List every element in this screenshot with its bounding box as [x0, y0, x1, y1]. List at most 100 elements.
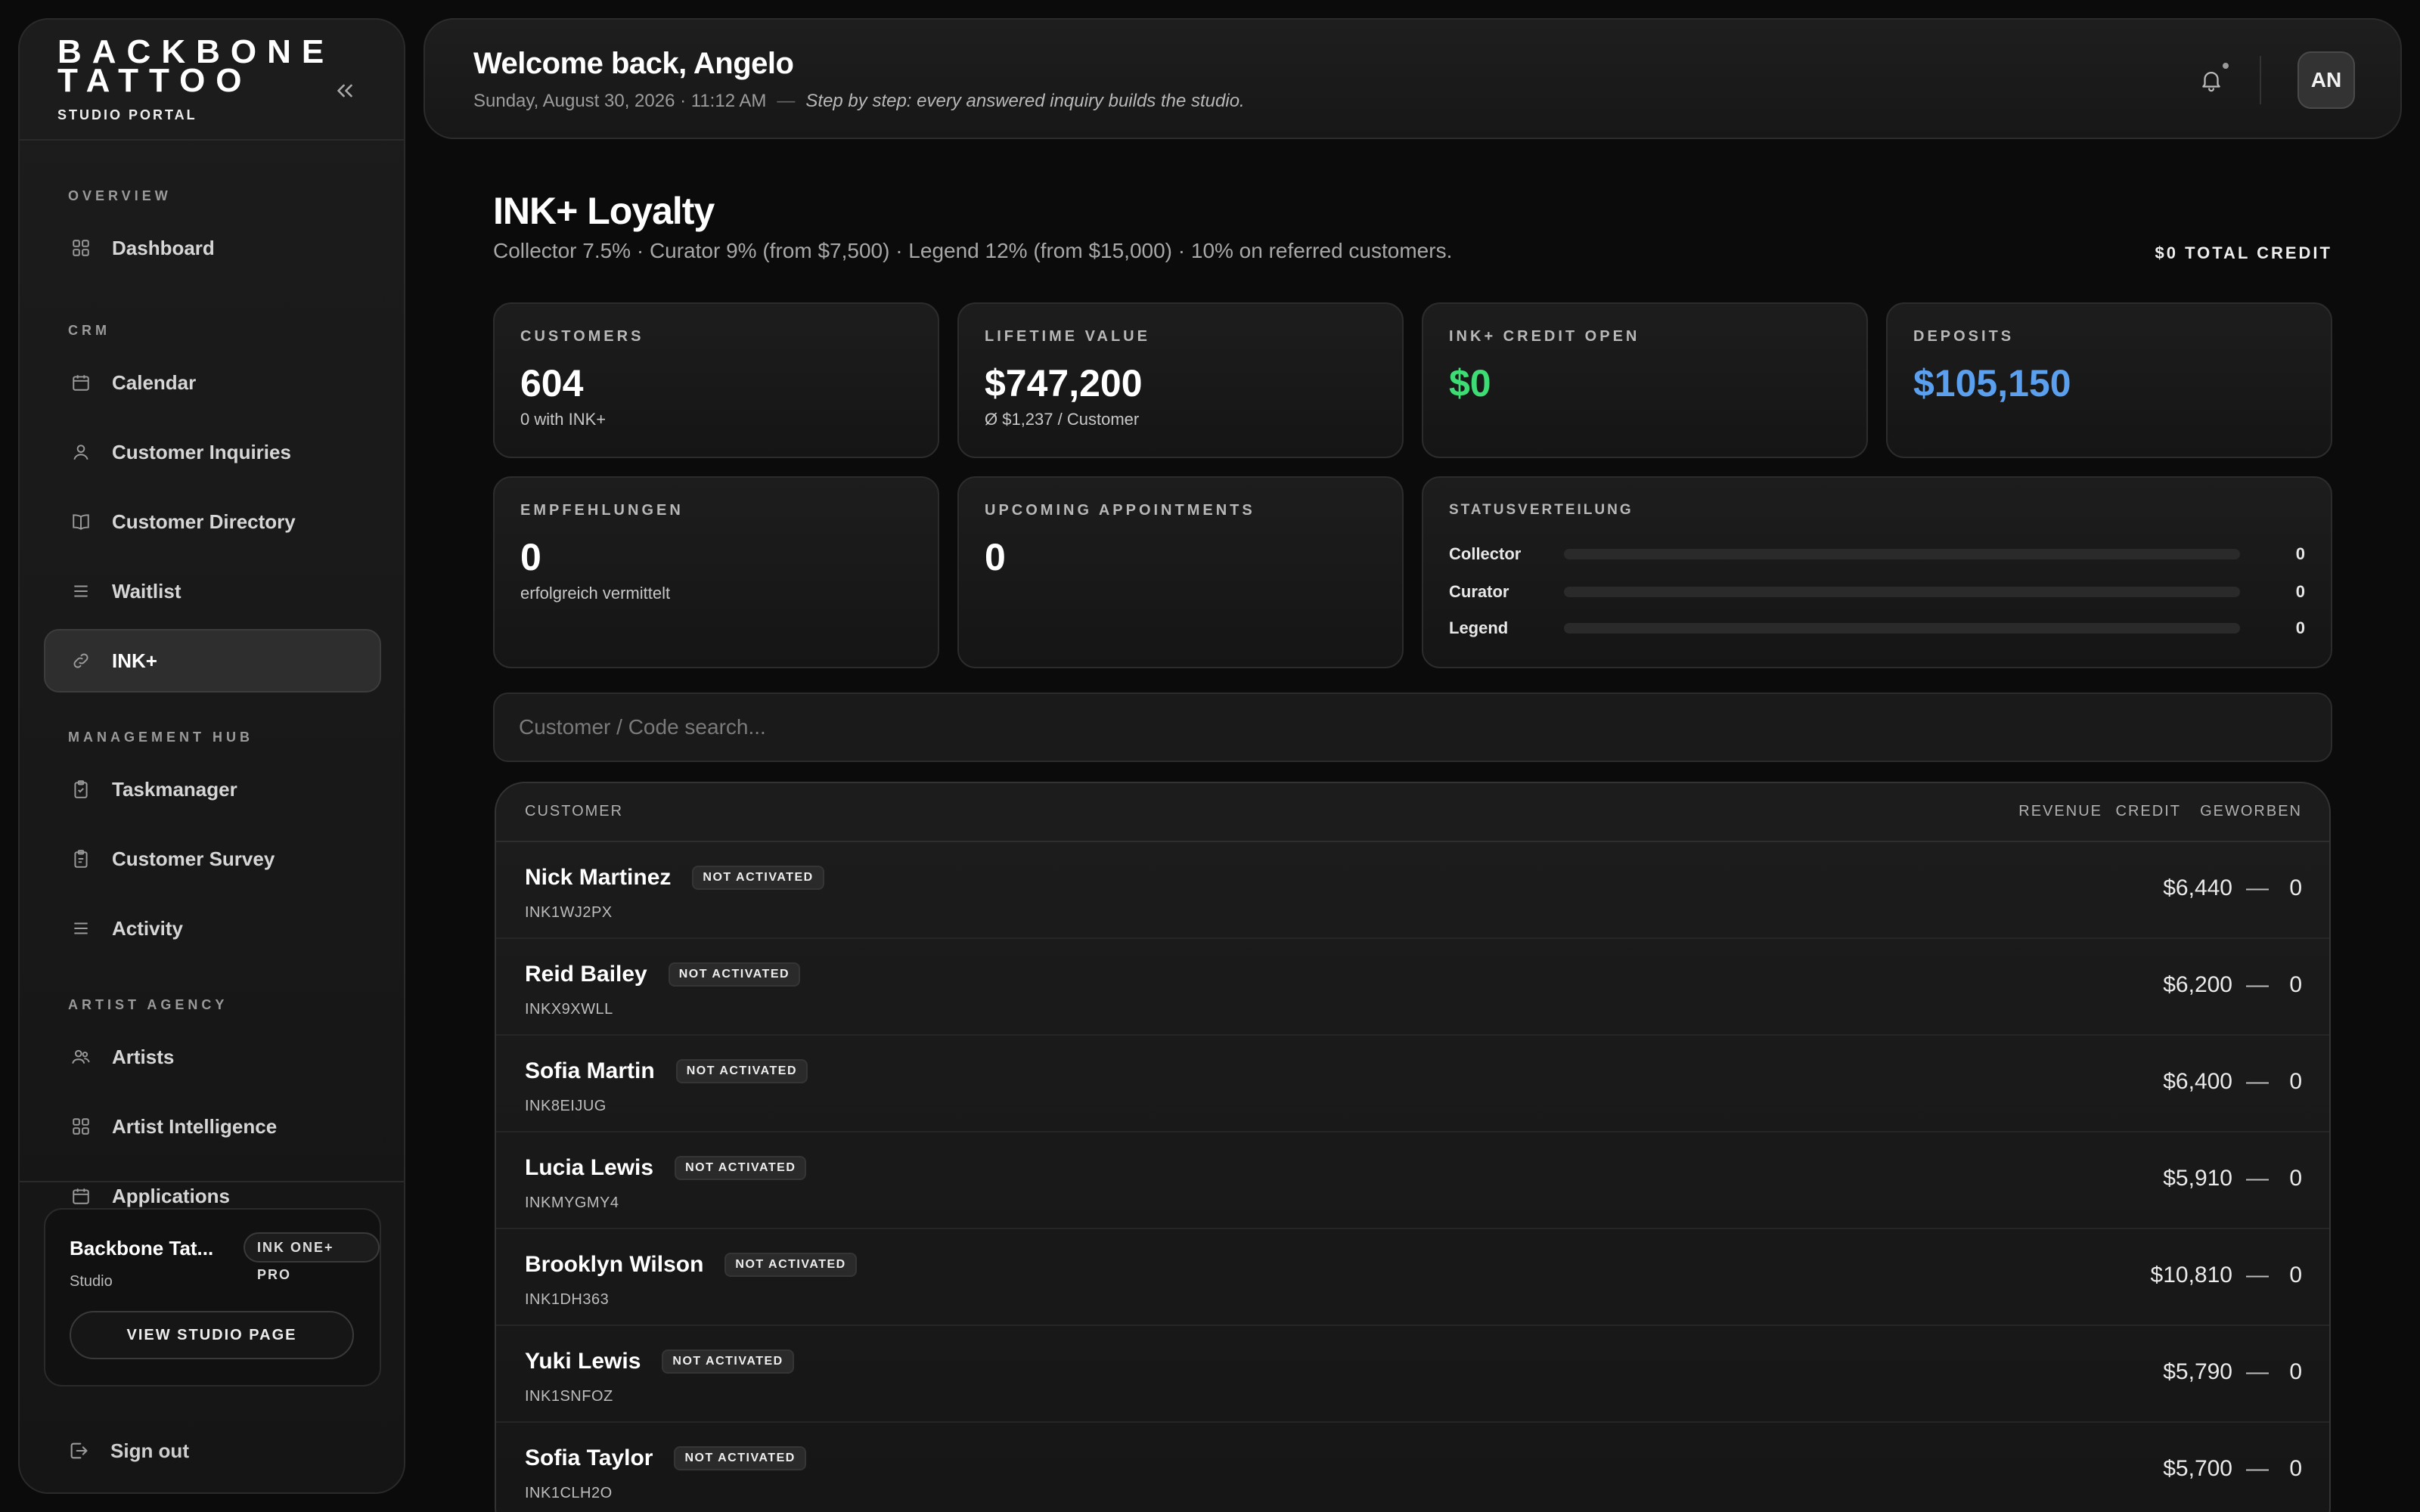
table-row[interactable]: Lucia Lewis NOT ACTIVATED INKMYGMY4 $5,91…	[496, 1132, 2329, 1229]
link-icon	[70, 649, 92, 672]
sidebar-item-label: Customer Inquiries	[112, 440, 291, 463]
sidebar-item-customer-survey[interactable]: Customer Survey	[44, 827, 381, 891]
header-subline: Sunday, August 30, 2026 · 11:12 AM — Step …	[473, 91, 1245, 112]
brand-name: BACKBONE TATTOO	[57, 33, 335, 99]
users-icon	[70, 1046, 92, 1068]
stat-value: $105,150	[1913, 362, 2071, 404]
distribution-name: Legend	[1449, 618, 1509, 637]
sidebar-item-activity[interactable]: Activity	[44, 897, 381, 960]
customer-name: Reid Bailey	[525, 962, 647, 987]
distribution-name: Curator	[1449, 582, 1509, 601]
page-title: INK+ Loyalty	[493, 190, 715, 232]
distribution-value: 0	[2295, 582, 2305, 601]
sidebar-item-customer-directory[interactable]: Customer Directory	[44, 490, 381, 553]
grid-icon	[70, 237, 92, 259]
sidebar-nav: OVERVIEW Dashboard CRM Calendar Customer…	[44, 184, 381, 1234]
sidebar-item-label: Artist Intelligence	[112, 1114, 278, 1138]
stat-value: 0	[520, 536, 541, 578]
sidebar-item-artist-intelligence[interactable]: Artist Intelligence	[44, 1095, 381, 1158]
distribution-bar	[1564, 549, 2240, 559]
sidebar-item-taskmanager[interactable]: Taskmanager	[44, 758, 381, 821]
customer-code: INK1SNFOZ	[525, 1388, 613, 1405]
customer-table: CUSTOMER REVENUE CREDIT GEWORBEN Nick Ma…	[495, 782, 2331, 1512]
credit-value: —	[2246, 972, 2269, 997]
view-studio-page-button[interactable]: VIEW STUDIO PAGE	[70, 1311, 354, 1359]
nav-section-crm: CRM	[68, 323, 110, 338]
table-row[interactable]: Nick Martinez NOT ACTIVATED INK1WJ2PX $6,…	[496, 842, 2329, 939]
referred-value: 0	[2289, 1456, 2302, 1481]
column-header-revenue[interactable]: REVENUE	[2018, 803, 2102, 820]
stat-card-deposits: DEPOSITS $105,150	[1886, 302, 2332, 458]
daily-quote: Step by step: every answered inquiry bui…	[805, 91, 1245, 111]
customer-code: INK8EIJUG	[525, 1098, 607, 1114]
customer-name: Yuki Lewis	[525, 1349, 641, 1374]
table-row[interactable]: Sofia Taylor NOT ACTIVATED INK1CLH2O $5,7…	[496, 1423, 2329, 1512]
stat-card-lifetime-value: LIFETIME VALUE $747,200 Ø $1,237 / Custo…	[957, 302, 1404, 458]
sidebar-item-artists[interactable]: Artists	[44, 1025, 381, 1089]
revenue-value: $6,440	[2163, 875, 2232, 900]
sidebar-item-label: Activity	[112, 916, 183, 940]
studio-name: Backbone Tat...	[70, 1237, 214, 1259]
sidebar-item-calendar[interactable]: Calendar	[44, 351, 381, 414]
revenue-value: $6,400	[2163, 1069, 2232, 1094]
sidebar-item-waitlist[interactable]: Waitlist	[44, 559, 381, 623]
referred-value: 0	[2289, 1359, 2302, 1384]
table-row[interactable]: Yuki Lewis NOT ACTIVATED INK1SNFOZ $5,790…	[496, 1326, 2329, 1423]
credit-value: —	[2246, 1359, 2269, 1384]
sidebar-item-ink-plus[interactable]: INK+	[44, 629, 381, 692]
sign-out-label: Sign out	[110, 1439, 189, 1462]
top-header: Welcome back, Angelo Sunday, August 30, …	[424, 18, 2402, 139]
user-icon	[70, 441, 92, 463]
book-icon	[70, 510, 92, 533]
distribution-row-legend: Legend 0	[1449, 617, 2305, 640]
calendar-icon	[70, 1185, 92, 1207]
sidebar-bottom-divider	[20, 1181, 404, 1182]
referred-value: 0	[2289, 1263, 2302, 1287]
customer-cell: Lucia Lewis NOT ACTIVATED	[525, 1155, 807, 1181]
referred-value: 0	[2289, 875, 2302, 900]
customer-name: Sofia Taylor	[525, 1445, 653, 1470]
distribution-value: 0	[2295, 618, 2305, 637]
sidebar-item-label: Artists	[112, 1045, 175, 1068]
stat-value: $747,200	[985, 362, 1143, 404]
sidebar: BACKBONE TATTOO STUDIO PORTAL OVERVIEW D…	[18, 18, 405, 1494]
customer-search-input[interactable]	[493, 692, 2332, 762]
clipboard-icon	[70, 847, 92, 870]
studio-type: Studio	[70, 1273, 113, 1290]
sign-out-button[interactable]: Sign out	[68, 1439, 189, 1463]
welcome-message: Welcome back, Angelo	[473, 47, 794, 80]
list-icon	[70, 580, 92, 603]
credit-value: —	[2246, 1166, 2269, 1191]
collapse-sidebar-icon[interactable]	[321, 67, 369, 115]
list-icon	[70, 917, 92, 940]
stat-sub: 0 with INK+	[520, 410, 607, 429]
stat-label: UPCOMING APPOINTMENTS	[985, 502, 1255, 519]
credit-value: —	[2246, 1456, 2269, 1481]
sidebar-item-label: Applications	[112, 1184, 231, 1207]
user-avatar[interactable]: AN	[2297, 51, 2355, 109]
credit-value: —	[2246, 1263, 2269, 1287]
sidebar-item-label: Calendar	[112, 370, 197, 394]
stat-label: STATUSVERTEILUNG	[1449, 502, 1634, 518]
column-header-credit[interactable]: CREDIT	[2116, 803, 2181, 820]
column-header-customer[interactable]: CUSTOMER	[525, 803, 623, 820]
customer-code: INK1CLH2O	[525, 1485, 613, 1501]
sidebar-item-label: Customer Directory	[112, 510, 296, 533]
stat-card-upcoming-appointments: UPCOMING APPOINTMENTS 0	[957, 476, 1404, 668]
nav-section-artist-agency: ARTIST AGENCY	[68, 997, 228, 1012]
referred-value: 0	[2289, 972, 2302, 997]
customer-name: Lucia Lewis	[525, 1155, 654, 1180]
revenue-value: $10,810	[2150, 1263, 2232, 1287]
sidebar-item-dashboard[interactable]: Dashboard	[44, 216, 381, 280]
sign-out-icon	[68, 1440, 91, 1463]
brand-subtitle: STUDIO PORTAL	[57, 107, 197, 122]
sidebar-item-customer-inquiries[interactable]: Customer Inquiries	[44, 420, 381, 484]
table-row[interactable]: Reid Bailey NOT ACTIVATED INKX9XWLL $6,20…	[496, 939, 2329, 1036]
table-row[interactable]: Sofia Martin NOT ACTIVATED INK8EIJUG $6,4…	[496, 1036, 2329, 1132]
revenue-value: $6,200	[2163, 972, 2232, 997]
column-header-referred[interactable]: GEWORBEN	[2200, 803, 2302, 820]
sidebar-item-label: Waitlist	[112, 579, 182, 603]
table-row[interactable]: Brooklyn Wilson NOT ACTIVATED INK1DH363 $…	[496, 1229, 2329, 1326]
clipboard-icon	[70, 778, 92, 801]
page-description: Collector 7.5% · Curator 9% (from $7,500…	[493, 239, 1453, 262]
